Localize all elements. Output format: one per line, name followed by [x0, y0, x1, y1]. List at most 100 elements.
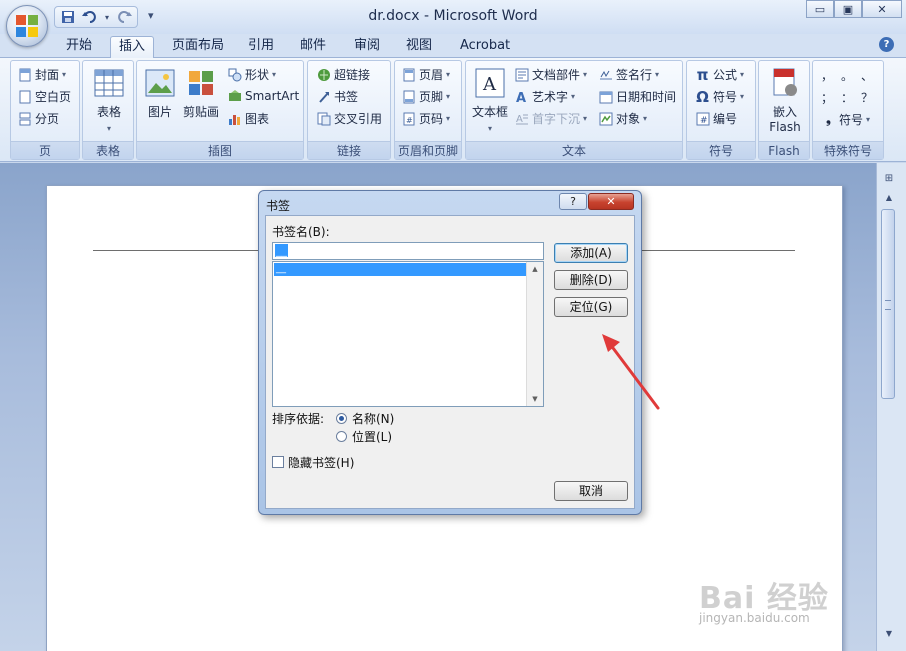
footer-label: 页脚: [419, 90, 444, 104]
group-tables: 表格 ▾ 表格: [82, 60, 134, 160]
group-text-label: 文本: [466, 141, 682, 159]
equation-button[interactable]: π 公式 ▾: [695, 66, 744, 84]
ribbon-insert: 封面 ▾ 空白页 分页 页 表格 ▾ 表格 图片 剪贴画 形状 ▾ SmartA…: [0, 58, 906, 162]
object-icon: [598, 111, 613, 126]
hidden-bookmarks-checkbox[interactable]: [272, 456, 284, 468]
bookmark-list[interactable]: __ ▲ ▼: [272, 261, 544, 407]
drop-cap-button[interactable]: A 首字下沉 ▾: [514, 110, 587, 127]
smartart-icon: [227, 88, 242, 103]
page-number-button[interactable]: # 页码 ▾: [401, 110, 450, 127]
drop-cap-icon: A: [514, 111, 529, 126]
group-text: A 文本框 ▾ 文档部件 ▾ A 艺术字 ▾ A 首字下沉 ▾ 签名行 ▾ 日期和时间 对…: [465, 60, 683, 160]
special-char-question[interactable]: ？: [861, 89, 873, 106]
add-button[interactable]: 添加(A): [554, 243, 628, 263]
cross-reference-label: 交叉引用: [334, 112, 383, 126]
footer-button[interactable]: 页脚 ▾: [401, 88, 450, 105]
bookmark-name-value: __: [275, 244, 288, 257]
table-button[interactable]: 表格 ▾: [91, 67, 127, 134]
dropdown-arrow-icon: ▾: [446, 70, 451, 79]
sort-by-name-radio[interactable]: [336, 413, 347, 424]
bookmark-name-input[interactable]: __: [272, 242, 544, 260]
special-char-enum-comma[interactable]: 、: [861, 67, 873, 84]
hyperlink-icon: [316, 67, 331, 82]
numbering-label: 编号: [713, 112, 738, 126]
svg-text:A: A: [482, 74, 497, 95]
object-button[interactable]: 对象 ▾: [598, 110, 647, 127]
date-time-button[interactable]: 日期和时间: [598, 88, 676, 105]
date-time-label: 日期和时间: [616, 90, 677, 104]
svg-text:A: A: [516, 91, 526, 104]
dropdown-arrow-icon: ▾: [106, 124, 111, 133]
dialog-help-button[interactable]: ?: [559, 193, 587, 210]
dropdown-arrow-icon: ▾: [740, 92, 745, 101]
tab-insert[interactable]: 插入: [110, 36, 155, 59]
dialog-close-button[interactable]: ✕: [588, 193, 634, 210]
clipart-button[interactable]: 剪贴画: [181, 67, 221, 120]
flash-icon: [769, 67, 801, 99]
restore-button[interactable]: ▣: [834, 0, 862, 18]
hyperlink-button[interactable]: 超链接: [316, 66, 370, 83]
list-scrollbar[interactable]: ▲ ▼: [526, 262, 543, 406]
special-char-period[interactable]: 。: [841, 67, 853, 84]
sort-by-location-radio[interactable]: [336, 431, 347, 442]
office-logo-icon: [16, 15, 38, 37]
list-scroll-up-icon[interactable]: ▲: [527, 262, 543, 276]
goto-button[interactable]: 定位(G): [554, 297, 628, 317]
symbol-button[interactable]: Ω 符号 ▾: [695, 88, 745, 106]
cover-page-label: 封面: [35, 68, 60, 82]
chart-label: 图表: [245, 112, 270, 126]
cover-page-button[interactable]: 封面 ▾: [17, 66, 66, 83]
signature-line-button[interactable]: 签名行 ▾: [598, 66, 659, 83]
tab-mailings[interactable]: 邮件: [292, 36, 334, 58]
quick-parts-button[interactable]: 文档部件 ▾: [514, 66, 587, 83]
bookmark-button[interactable]: 书签: [316, 88, 358, 105]
scroll-thumb[interactable]: [881, 209, 895, 399]
list-scroll-down-icon[interactable]: ▼: [527, 392, 543, 406]
scroll-up-arrow-icon[interactable]: ▲: [881, 193, 897, 207]
special-char-colon[interactable]: ：: [841, 89, 853, 106]
shapes-icon: [227, 67, 242, 82]
delete-button[interactable]: 删除(D): [554, 270, 628, 290]
office-button[interactable]: [6, 5, 48, 47]
special-char-semicolon[interactable]: ；: [821, 89, 833, 106]
tab-review[interactable]: 审阅: [346, 36, 388, 58]
bookmark-name-label: 书签名(B):: [272, 225, 330, 239]
textbox-button[interactable]: A 文本框 ▾: [470, 67, 510, 134]
dropdown-arrow-icon: ▾: [643, 114, 648, 123]
tab-page-layout[interactable]: 页面布局: [164, 36, 232, 58]
group-illustrations: 图片 剪贴画 形状 ▾ SmartArt 图表 插图: [136, 60, 304, 160]
dropdown-arrow-icon: ▾: [655, 70, 660, 79]
header-label: 页眉: [419, 68, 444, 82]
header-button[interactable]: 页眉 ▾: [401, 66, 450, 83]
page-break-button[interactable]: 分页: [17, 110, 59, 127]
cross-reference-button[interactable]: 交叉引用: [316, 110, 382, 127]
clipart-icon: [185, 67, 217, 99]
special-char-comma[interactable]: ，: [821, 67, 833, 84]
window-controls: ▭ ▣ ✕: [806, 0, 902, 18]
list-item[interactable]: __: [274, 263, 526, 276]
numbering-button[interactable]: # 编号: [695, 110, 737, 127]
tab-acrobat[interactable]: Acrobat: [452, 36, 518, 58]
tab-view[interactable]: 视图: [398, 36, 440, 58]
special-symbol-button[interactable]: ❟ 符号 ▾: [821, 111, 870, 128]
cancel-button[interactable]: 取消: [554, 481, 628, 501]
picture-button[interactable]: 图片: [143, 67, 177, 120]
chart-button[interactable]: 图表: [227, 110, 269, 127]
shapes-label: 形状: [245, 68, 270, 82]
minimize-button[interactable]: ▭: [806, 0, 834, 18]
ruler-toggle-icon[interactable]: ⊞: [881, 171, 897, 187]
wordart-button[interactable]: A 艺术字 ▾: [514, 88, 576, 105]
blank-page-button[interactable]: 空白页: [17, 88, 71, 105]
help-icon[interactable]: ?: [879, 37, 894, 52]
embed-flash-button[interactable]: 嵌入 Flash: [765, 67, 805, 134]
smartart-button[interactable]: SmartArt: [227, 88, 299, 103]
close-button[interactable]: ✕: [862, 0, 902, 18]
group-header-footer: 页眉 ▾ 页脚 ▾ # 页码 ▾ 页眉和页脚: [394, 60, 462, 160]
embed-flash-label: Flash: [769, 120, 801, 134]
footer-icon: [401, 89, 416, 104]
tab-home[interactable]: 开始: [58, 36, 100, 58]
group-special-symbols: ， 。 、 ； ： ？ ❟ 符号 ▾ 特殊符号: [812, 60, 884, 160]
shapes-button[interactable]: 形状 ▾: [227, 66, 276, 83]
group-header-footer-label: 页眉和页脚: [395, 141, 461, 159]
tab-references[interactable]: 引用: [240, 36, 282, 58]
